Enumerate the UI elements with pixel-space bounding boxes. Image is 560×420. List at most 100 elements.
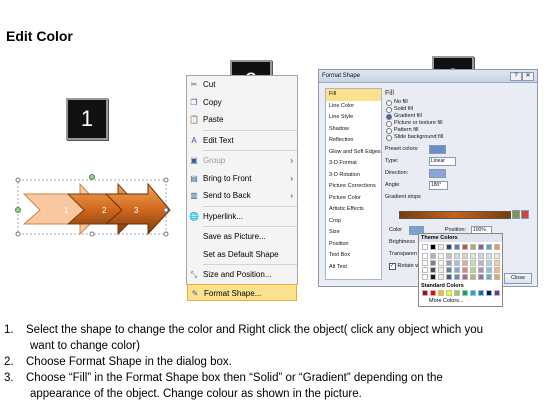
- color-swatch[interactable]: [494, 274, 500, 280]
- color-swatch[interactable]: [422, 274, 428, 280]
- color-swatch[interactable]: [430, 253, 436, 259]
- color-swatch[interactable]: [430, 267, 436, 273]
- color-swatch[interactable]: [470, 260, 476, 266]
- standard-color-swatch[interactable]: [470, 290, 476, 296]
- color-swatch[interactable]: [494, 244, 500, 250]
- standard-color-swatch[interactable]: [494, 290, 500, 296]
- category-line-style[interactable]: Line Style: [326, 112, 381, 124]
- fill-option-slide-background-fill[interactable]: Slide background fill: [385, 134, 533, 141]
- color-swatch[interactable]: [478, 253, 484, 259]
- category-3-d-rotation[interactable]: 3-D Rotation: [326, 170, 381, 182]
- category-crop[interactable]: Crop: [326, 216, 381, 228]
- category-alt-text[interactable]: Alt Text: [326, 262, 381, 274]
- help-button[interactable]: ?: [510, 72, 522, 81]
- fill-option-no-fill[interactable]: No fill: [385, 99, 533, 106]
- color-swatch[interactable]: [494, 253, 500, 259]
- color-swatch[interactable]: [422, 267, 428, 273]
- category-artistic-effects[interactable]: Artistic Effects: [326, 204, 381, 216]
- color-swatch[interactable]: [446, 274, 452, 280]
- color-swatch[interactable]: [422, 253, 428, 259]
- standard-color-swatch[interactable]: [454, 290, 460, 296]
- standard-color-swatch[interactable]: [422, 290, 428, 296]
- category-3-d-format[interactable]: 3-D Format: [326, 158, 381, 170]
- fill-option-picture-or-texture-fill[interactable]: Picture or texture fill: [385, 120, 533, 127]
- selection-handle[interactable]: [163, 177, 169, 183]
- menu-item-hyperlink[interactable]: 🌐 Hyperlink...: [187, 208, 297, 226]
- selection-handle[interactable]: [163, 231, 169, 237]
- color-swatch[interactable]: [494, 267, 500, 273]
- selection-handle[interactable]: [89, 231, 95, 237]
- menu-item-cut[interactable]: ✂ Cut: [187, 76, 297, 94]
- color-swatch[interactable]: [438, 260, 444, 266]
- fill-option-pattern-fill[interactable]: Pattern fill: [385, 127, 533, 134]
- color-swatch[interactable]: [454, 267, 460, 273]
- fill-option-solid-fill[interactable]: Solid fill: [385, 106, 533, 113]
- color-swatch[interactable]: [454, 260, 460, 266]
- color-swatch[interactable]: [486, 244, 492, 250]
- color-swatch[interactable]: [454, 253, 460, 259]
- direction-dropdown[interactable]: [429, 169, 446, 178]
- menu-item-copy[interactable]: ❐ Copy: [187, 94, 297, 112]
- menu-item-set-as-default-shape[interactable]: Set as Default Shape: [187, 246, 297, 264]
- color-swatch[interactable]: [430, 244, 436, 250]
- color-swatch[interactable]: [462, 267, 468, 273]
- selection-handle[interactable]: [163, 207, 169, 213]
- color-swatch[interactable]: [438, 274, 444, 280]
- standard-color-swatch[interactable]: [446, 290, 452, 296]
- color-swatch[interactable]: [438, 267, 444, 273]
- color-swatch[interactable]: [430, 260, 436, 266]
- standard-color-swatch[interactable]: [486, 290, 492, 296]
- menu-item-size-and-position[interactable]: ⤡ Size and Position...: [187, 266, 297, 284]
- menu-item-paste[interactable]: 📋 Paste: [187, 111, 297, 129]
- color-swatch[interactable]: [446, 260, 452, 266]
- rotation-handle[interactable]: [89, 174, 95, 180]
- color-swatch[interactable]: [438, 253, 444, 259]
- category-glow-and-soft-edges[interactable]: Glow and Soft Edges: [326, 147, 381, 159]
- selection-handle[interactable]: [15, 231, 21, 237]
- color-swatch[interactable]: [462, 274, 468, 280]
- color-swatch[interactable]: [462, 260, 468, 266]
- selection-handle[interactable]: [15, 207, 21, 213]
- category-size[interactable]: Size: [326, 227, 381, 239]
- color-swatch[interactable]: [454, 244, 460, 250]
- color-swatch[interactable]: [454, 274, 460, 280]
- color-swatch[interactable]: [478, 274, 484, 280]
- close-icon[interactable]: ✕: [522, 72, 534, 81]
- color-swatch[interactable]: [494, 260, 500, 266]
- color-swatch[interactable]: [462, 244, 468, 250]
- color-swatch[interactable]: [430, 274, 436, 280]
- standard-color-swatch[interactable]: [462, 290, 468, 296]
- preset-colors-dropdown[interactable]: [429, 145, 446, 154]
- color-swatch[interactable]: [446, 267, 452, 273]
- angle-input[interactable]: 180°: [429, 181, 448, 190]
- color-swatch[interactable]: [470, 244, 476, 250]
- selection-handle[interactable]: [15, 177, 21, 183]
- color-swatch[interactable]: [446, 253, 452, 259]
- type-dropdown[interactable]: Linear: [429, 157, 456, 166]
- standard-color-swatch[interactable]: [430, 290, 436, 296]
- menu-item-group[interactable]: ▣ Group ›: [187, 152, 297, 170]
- gradient-stops-bar[interactable]: [399, 211, 511, 219]
- rotate-checkbox[interactable]: ✓: [389, 263, 396, 270]
- color-swatch[interactable]: [486, 274, 492, 280]
- category-reflection[interactable]: Reflection: [326, 135, 381, 147]
- color-swatch[interactable]: [478, 244, 484, 250]
- color-swatch[interactable]: [422, 244, 428, 250]
- category-text-box[interactable]: Text Box: [326, 250, 381, 262]
- color-swatch[interactable]: [486, 267, 492, 273]
- color-swatch[interactable]: [478, 267, 484, 273]
- category-shadow[interactable]: Shadow: [326, 124, 381, 136]
- fill-option-gradient-fill[interactable]: Gradient fill: [385, 113, 533, 120]
- color-swatch[interactable]: [438, 244, 444, 250]
- category-line-color[interactable]: Line Color: [326, 101, 381, 113]
- category-fill[interactable]: Fill: [326, 89, 381, 101]
- menu-item-bring-to-front[interactable]: ▤ Bring to Front ›: [187, 170, 297, 188]
- color-swatch[interactable]: [422, 260, 428, 266]
- color-swatch[interactable]: [486, 260, 492, 266]
- menu-item-format-shape[interactable]: ✎ Format Shape...: [187, 283, 297, 301]
- menu-item-save-as-picture[interactable]: Save as Picture...: [187, 228, 297, 246]
- add-stop-button[interactable]: [512, 210, 520, 219]
- remove-stop-button[interactable]: [521, 210, 529, 219]
- color-swatch[interactable]: [486, 253, 492, 259]
- more-colors-link[interactable]: More Colors...: [429, 298, 464, 304]
